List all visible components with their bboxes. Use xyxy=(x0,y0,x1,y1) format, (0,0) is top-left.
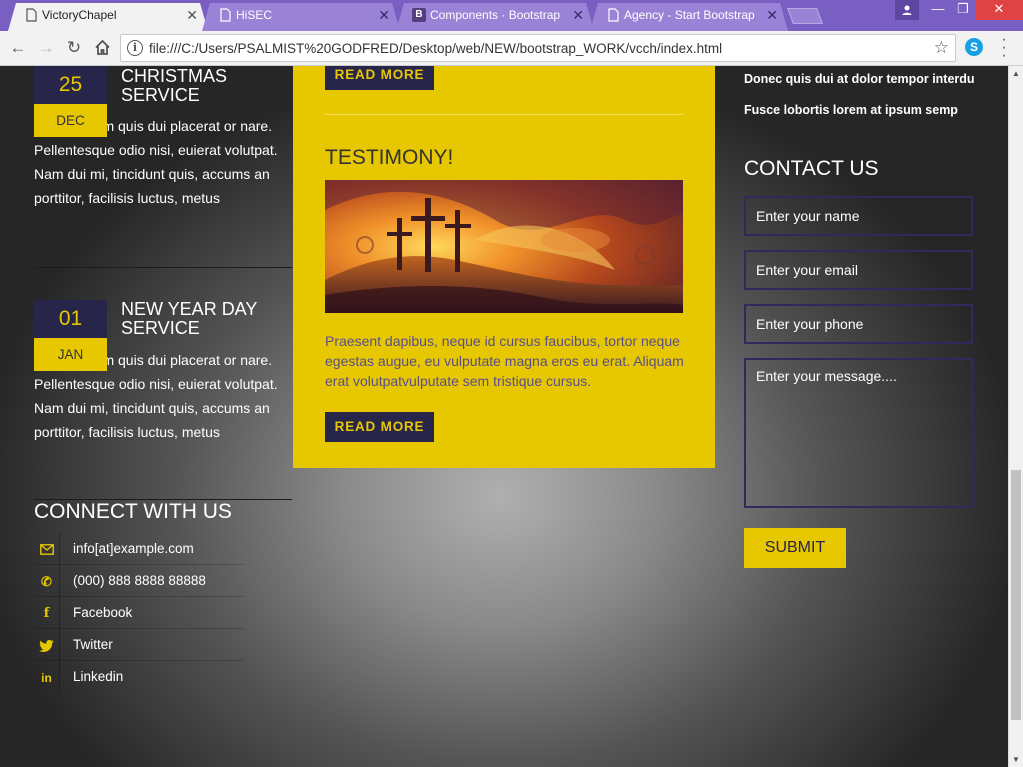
info-icon[interactable]: i xyxy=(127,40,143,56)
page-scrollbar[interactable]: ▲ ▼ xyxy=(1008,66,1023,767)
forward-arrow-icon[interactable]: → xyxy=(34,36,58,60)
list-item[interactable]: info[at]example.com xyxy=(34,533,244,565)
close-window-icon[interactable]: ✕ xyxy=(975,0,1023,20)
page-icon xyxy=(220,8,231,22)
divider xyxy=(34,267,292,268)
contact-twitter[interactable]: Twitter xyxy=(73,637,113,652)
menu-dots-icon[interactable]: · · · xyxy=(998,32,1010,64)
page-icon xyxy=(608,8,619,22)
scroll-down-icon[interactable]: ▼ xyxy=(1012,755,1020,764)
divider xyxy=(744,95,962,96)
list-item[interactable]: Twitter xyxy=(34,629,244,661)
event-day: 25 xyxy=(34,66,107,104)
event-month: DEC xyxy=(34,104,107,137)
close-icon[interactable]: ✕ xyxy=(378,3,390,27)
submit-button[interactable]: SUBMIT xyxy=(744,528,846,568)
news-link[interactable]: Donec quis dui at dolor tempor interdu xyxy=(744,72,975,86)
phone-icon: ✆ xyxy=(34,565,60,597)
page-content: 25 DEC CHRISTMAS SERVICE Morbi in sem qu… xyxy=(0,66,1008,767)
url-text[interactable]: file:///C:/Users/PSALMIST%20GODFRED/Desk… xyxy=(149,41,722,56)
facebook-icon: f xyxy=(34,597,60,629)
news-link[interactable]: Fusce lobortis lorem at ipsum semp xyxy=(744,103,958,117)
crosses-image xyxy=(325,180,683,313)
toolbar: ← → ↻ i file:///C:/Users/PSALMIST%20GODF… xyxy=(0,31,1023,66)
page-icon xyxy=(26,8,37,22)
reload-icon[interactable]: ↻ xyxy=(62,36,86,60)
restore-icon[interactable]: ❐ xyxy=(948,0,978,20)
message-field[interactable] xyxy=(744,358,973,508)
connect-list: info[at]example.com ✆ (000) 888 8888 888… xyxy=(34,533,244,693)
contact-phone[interactable]: (000) 888 8888 88888 xyxy=(73,573,206,588)
tab-agency[interactable]: Agency - Start Bootstrap ✕ xyxy=(590,3,788,31)
home-icon[interactable] xyxy=(90,36,114,60)
scrollbar-thumb[interactable] xyxy=(1011,470,1021,720)
testimony-text: Praesent dapibus, neque id cursus faucib… xyxy=(325,333,684,389)
profile-icon[interactable] xyxy=(895,0,919,20)
event-title: NEW YEAR DAY SERVICE xyxy=(121,299,258,338)
testimony-title: TESTIMONY! xyxy=(325,146,454,169)
envelope-icon xyxy=(34,533,60,565)
bootstrap-icon: B xyxy=(412,8,426,22)
name-field[interactable] xyxy=(744,196,973,236)
tab-label: Components · Bootstrap xyxy=(430,8,561,22)
event-month: JAN xyxy=(34,338,107,371)
close-icon[interactable]: ✕ xyxy=(572,3,584,27)
close-icon[interactable]: ✕ xyxy=(766,3,778,27)
contact-linkedin[interactable]: Linkedin xyxy=(73,669,123,684)
bookmark-star-icon[interactable]: ☆ xyxy=(934,38,949,58)
read-more-button[interactable]: READ MORE xyxy=(325,412,434,442)
read-more-button[interactable]: READ MORE xyxy=(325,66,434,90)
event-title: CHRISTMAS SERVICE xyxy=(121,66,228,105)
browser-tab-strip: VictoryChapel ✕ HiSEC ✕ B Components · B… xyxy=(0,0,1023,31)
contact-email[interactable]: info[at]example.com xyxy=(73,541,194,556)
phone-field[interactable] xyxy=(744,304,973,344)
email-field[interactable] xyxy=(744,250,973,290)
tab-label: Agency - Start Bootstrap xyxy=(624,8,755,22)
date-badge: 01 JAN xyxy=(34,300,107,371)
tab-victorychapel[interactable]: VictoryChapel ✕ xyxy=(8,3,208,31)
event-day: 01 xyxy=(34,300,107,338)
twitter-icon xyxy=(34,629,60,661)
contact-facebook[interactable]: Facebook xyxy=(73,605,132,620)
tab-hisec[interactable]: HiSEC ✕ xyxy=(202,3,400,31)
date-badge: 25 DEC xyxy=(34,66,107,137)
close-icon[interactable]: ✕ xyxy=(186,3,198,27)
scroll-up-icon[interactable]: ▲ xyxy=(1012,69,1020,78)
event-new-year: 01 JAN NEW YEAR DAY SERVICE Morbi in sem… xyxy=(34,300,292,444)
skype-icon[interactable]: S xyxy=(965,38,983,56)
address-bar[interactable]: i file:///C:/Users/PSALMIST%20GODFRED/De… xyxy=(120,34,956,62)
linkedin-icon: in xyxy=(34,661,60,693)
list-item[interactable]: ✆ (000) 888 8888 88888 xyxy=(34,565,244,597)
divider xyxy=(325,114,683,115)
list-item[interactable]: f Facebook xyxy=(34,597,244,629)
connect-title: CONNECT WITH US xyxy=(34,500,232,523)
tab-components-bootstrap[interactable]: B Components · Bootstrap ✕ xyxy=(396,3,594,31)
tab-label: HiSEC xyxy=(236,8,273,22)
back-arrow-icon[interactable]: ← xyxy=(6,36,30,60)
list-item[interactable]: in Linkedin xyxy=(34,661,244,693)
contact-title: CONTACT US xyxy=(744,157,879,180)
new-tab-button[interactable] xyxy=(787,8,823,24)
tab-label: VictoryChapel xyxy=(42,8,117,22)
testimony-panel: READ MORE TESTIMONY! Praesent dapibus, n… xyxy=(293,66,715,468)
event-christmas: 25 DEC CHRISTMAS SERVICE Morbi in sem qu… xyxy=(34,66,292,210)
